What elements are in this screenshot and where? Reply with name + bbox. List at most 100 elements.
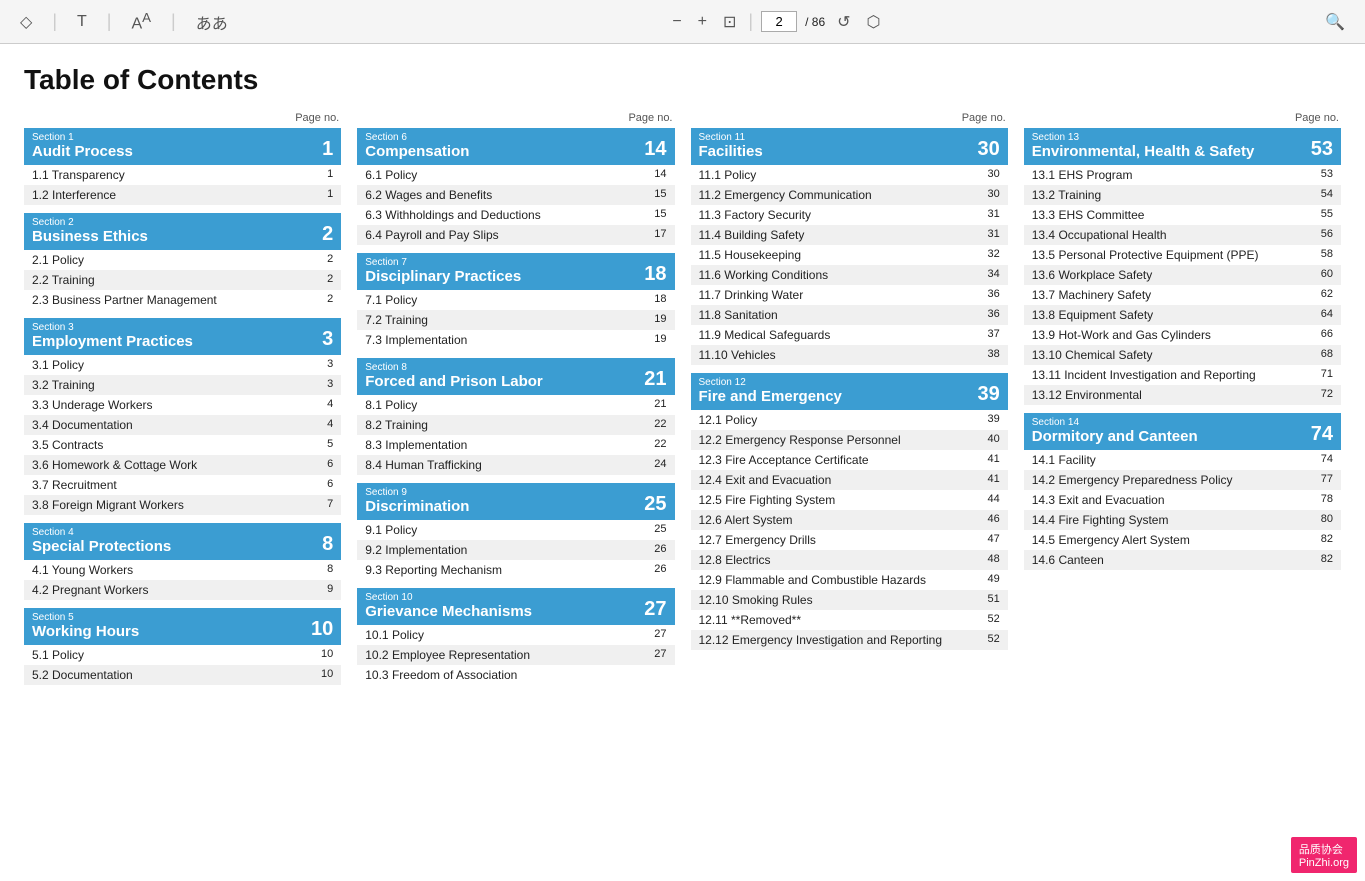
toc-item[interactable]: 11.6 Working Conditions34 (691, 265, 1008, 285)
toc-item[interactable]: 11.9 Medical Safeguards37 (691, 325, 1008, 345)
item-page: 54 (1313, 188, 1333, 202)
item-page: 27 (647, 628, 667, 642)
section-block-section-14: Section 14Dormitory and Canteen7414.1 Fa… (1024, 413, 1341, 570)
toc-item[interactable]: 12.12 Emergency Investigation and Report… (691, 630, 1008, 650)
toc-item[interactable]: 8.1 Policy21 (357, 395, 674, 415)
toc-item[interactable]: 13.2 Training54 (1024, 185, 1341, 205)
toc-item[interactable]: 14.1 Facility74 (1024, 450, 1341, 470)
toc-item[interactable]: 3.2 Training3 (24, 375, 341, 395)
rotate-button[interactable]: ↺ (833, 10, 854, 34)
item-page: 27 (647, 648, 667, 662)
toc-item[interactable]: 3.3 Underage Workers4 (24, 395, 341, 415)
toc-item[interactable]: 14.5 Emergency Alert System82 (1024, 530, 1341, 550)
section-title: Audit Process (32, 143, 133, 161)
toc-item[interactable]: 12.11 **Removed**52 (691, 610, 1008, 630)
toc-item[interactable]: 11.8 Sanitation36 (691, 305, 1008, 325)
toc-item[interactable]: 3.8 Foreign Migrant Workers7 (24, 495, 341, 515)
toc-item[interactable]: 2.3 Business Partner Management2 (24, 290, 341, 310)
section-label: Section 9 (365, 487, 469, 498)
toc-item[interactable]: 11.5 Housekeeping32 (691, 245, 1008, 265)
toc-item[interactable]: 3.5 Contracts5 (24, 435, 341, 455)
toc-item[interactable]: 14.6 Canteen82 (1024, 550, 1341, 570)
toc-item[interactable]: 9.3 Reporting Mechanism26 (357, 560, 674, 580)
toc-item[interactable]: 12.8 Electrics48 (691, 550, 1008, 570)
toc-item[interactable]: 12.2 Emergency Response Personnel40 (691, 430, 1008, 450)
toc-item[interactable]: 2.1 Policy2 (24, 250, 341, 270)
toc-item[interactable]: 14.4 Fire Fighting System80 (1024, 510, 1341, 530)
toc-item[interactable]: 8.2 Training22 (357, 415, 674, 435)
toc-item[interactable]: 13.11 Incident Investigation and Reporti… (1024, 365, 1341, 385)
toc-item[interactable]: 13.9 Hot-Work and Gas Cylinders66 (1024, 325, 1341, 345)
toc-item[interactable]: 13.10 Chemical Safety68 (1024, 345, 1341, 365)
zoom-in-button[interactable]: + (694, 11, 711, 33)
item-page: 26 (647, 543, 667, 557)
toc-item[interactable]: 4.1 Young Workers8 (24, 560, 341, 580)
zoom-out-button[interactable]: − (668, 11, 685, 33)
toc-item[interactable]: 11.10 Vehicles38 (691, 345, 1008, 365)
toc-item[interactable]: 3.1 Policy3 (24, 355, 341, 375)
toc-item[interactable]: 4.2 Pregnant Workers9 (24, 580, 341, 600)
toc-item[interactable]: 7.1 Policy18 (357, 290, 674, 310)
toc-item[interactable]: 12.5 Fire Fighting System44 (691, 490, 1008, 510)
aa-icon[interactable]: ああ (192, 8, 232, 36)
toc-item[interactable]: 13.3 EHS Committee55 (1024, 205, 1341, 225)
toc-item[interactable]: 12.6 Alert System46 (691, 510, 1008, 530)
toc-item[interactable]: 10.3 Freedom of Association (357, 665, 674, 685)
toc-item[interactable]: 5.1 Policy10 (24, 645, 341, 665)
toc-item[interactable]: 13.5 Personal Protective Equipment (PPE)… (1024, 245, 1341, 265)
toc-item[interactable]: 13.7 Machinery Safety62 (1024, 285, 1341, 305)
diamond-icon[interactable]: ◇ (16, 10, 36, 34)
toc-item[interactable]: 11.1 Policy30 (691, 165, 1008, 185)
toc-item[interactable]: 9.1 Policy25 (357, 520, 674, 540)
toc-item[interactable]: 12.7 Emergency Drills47 (691, 530, 1008, 550)
toc-item[interactable]: 12.1 Policy39 (691, 410, 1008, 430)
item-page: 1 (313, 188, 333, 202)
toc-item[interactable]: 12.3 Fire Acceptance Certificate41 (691, 450, 1008, 470)
toc-item[interactable]: 8.4 Human Trafficking24 (357, 455, 674, 475)
toc-item[interactable]: 12.4 Exit and Evacuation41 (691, 470, 1008, 490)
toc-item[interactable]: 7.3 Implementation19 (357, 330, 674, 350)
toc-item[interactable]: 6.2 Wages and Benefits15 (357, 185, 674, 205)
search-icon[interactable]: 🔍 (1321, 10, 1349, 34)
item-page (647, 668, 667, 682)
toc-item[interactable]: 10.1 Policy27 (357, 625, 674, 645)
toc-item[interactable]: 11.7 Drinking Water36 (691, 285, 1008, 305)
page-number-input[interactable] (761, 11, 797, 32)
toc-item[interactable]: 13.8 Equipment Safety64 (1024, 305, 1341, 325)
download-button[interactable]: ⬡ (863, 10, 885, 34)
toc-item[interactable]: 13.4 Occupational Health56 (1024, 225, 1341, 245)
toc-item[interactable]: 3.7 Recruitment6 (24, 475, 341, 495)
toc-item[interactable]: 2.2 Training2 (24, 270, 341, 290)
toc-item[interactable]: 13.12 Environmental72 (1024, 385, 1341, 405)
item-page: 52 (980, 633, 1000, 647)
toc-item[interactable]: 5.2 Documentation10 (24, 665, 341, 685)
font-size-icon[interactable]: AA (127, 8, 155, 35)
toc-item[interactable]: 13.6 Workplace Safety60 (1024, 265, 1341, 285)
toc-item[interactable]: 6.4 Payroll and Pay Slips17 (357, 225, 674, 245)
item-page: 64 (1313, 308, 1333, 322)
fit-button[interactable]: ⊡ (719, 10, 740, 34)
toc-item[interactable]: 11.2 Emergency Communication30 (691, 185, 1008, 205)
column-2: Page no.Section 6Compensation146.1 Polic… (357, 112, 674, 693)
toc-item[interactable]: 8.3 Implementation22 (357, 435, 674, 455)
toc-item[interactable]: 3.4 Documentation4 (24, 415, 341, 435)
toc-item[interactable]: 13.1 EHS Program53 (1024, 165, 1341, 185)
toc-item[interactable]: 6.1 Policy14 (357, 165, 674, 185)
toc-item[interactable]: 3.6 Homework & Cottage Work6 (24, 455, 341, 475)
toc-item[interactable]: 12.9 Flammable and Combustible Hazards49 (691, 570, 1008, 590)
text-icon[interactable]: T (73, 11, 91, 33)
item-page: 77 (1313, 473, 1333, 487)
toc-item[interactable]: 1.2 Interference1 (24, 185, 341, 205)
toc-item[interactable]: 1.1 Transparency1 (24, 165, 341, 185)
toc-item[interactable]: 11.4 Building Safety31 (691, 225, 1008, 245)
toc-item[interactable]: 9.2 Implementation26 (357, 540, 674, 560)
item-label: 13.7 Machinery Safety (1032, 288, 1151, 302)
toc-item[interactable]: 12.10 Smoking Rules51 (691, 590, 1008, 610)
toc-item[interactable]: 14.2 Emergency Preparedness Policy77 (1024, 470, 1341, 490)
toc-item[interactable]: 10.2 Employee Representation27 (357, 645, 674, 665)
item-label: 2.1 Policy (32, 253, 84, 267)
toc-item[interactable]: 6.3 Withholdings and Deductions15 (357, 205, 674, 225)
toc-item[interactable]: 14.3 Exit and Evacuation78 (1024, 490, 1341, 510)
toc-item[interactable]: 7.2 Training19 (357, 310, 674, 330)
toc-item[interactable]: 11.3 Factory Security31 (691, 205, 1008, 225)
